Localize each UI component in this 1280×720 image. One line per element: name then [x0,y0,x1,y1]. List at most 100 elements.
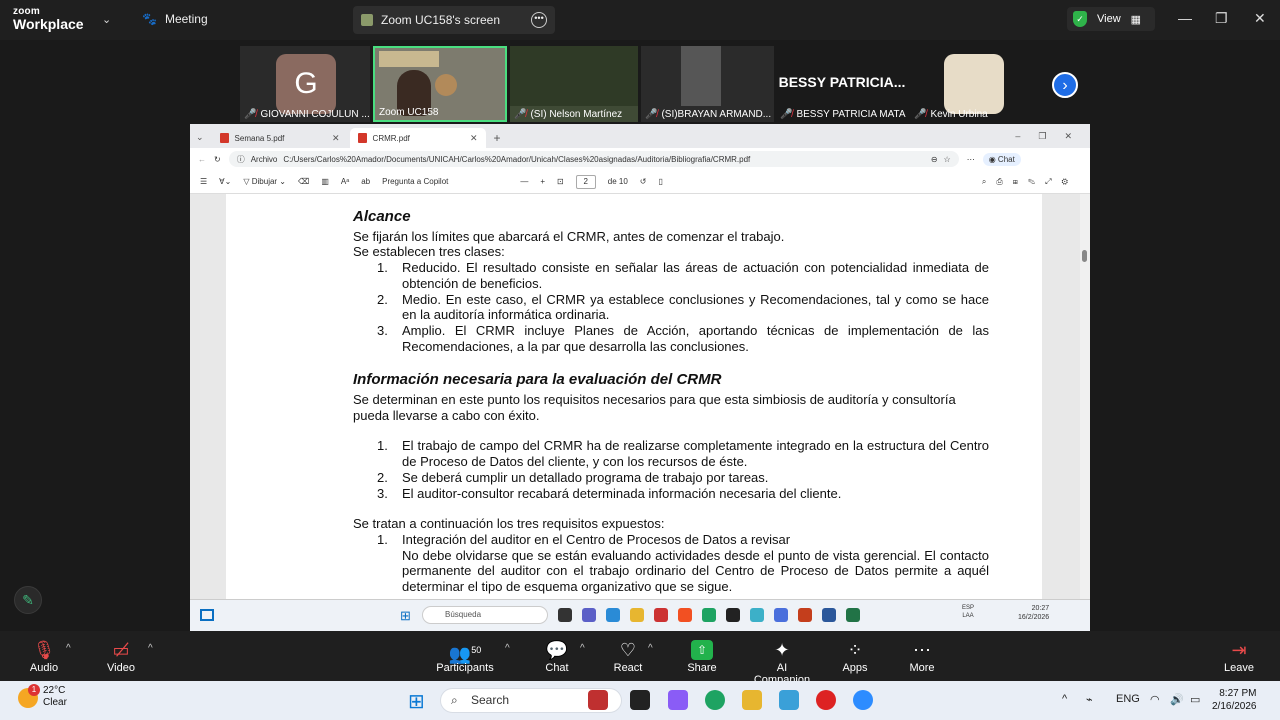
taskview-icon[interactable] [558,608,572,622]
app-icon[interactable] [654,608,668,622]
close-tab-icon[interactable]: ✕ [332,133,340,144]
participant-tile[interactable]: 🎤̸ (SI) Nelson Martínez [510,46,638,122]
eraser-icon[interactable]: ⌫ [298,177,309,186]
draw-button[interactable]: ▽ Dibujar ⌄ [243,177,286,186]
chevron-down-icon[interactable]: ⌄ [102,13,111,26]
contents-icon[interactable]: ☰ [200,177,207,186]
scroll-thumb[interactable] [1082,250,1087,262]
apps-button[interactable]: ⁘ Apps [838,638,872,674]
video-button[interactable]: ▭̸ Video [103,638,139,674]
ai-companion-button[interactable]: ✦ AI Companion [748,638,816,686]
shared-clock[interactable]: 20:27 16/2/2026 [1018,604,1049,622]
start-icon[interactable]: ⊞ [400,608,411,624]
meeting-menu[interactable]: 🐾 Meeting [142,12,208,26]
windows-start-icon[interactable]: ⊞ [408,689,425,714]
battery-icon[interactable]: ▭ [1190,693,1200,706]
file-explorer-icon[interactable] [742,690,762,710]
pdf-right-tools[interactable]: ⌕⎙⊞✎⤢⚙ [982,177,1078,187]
copilot-chat-button[interactable]: ◉ Chat [982,152,1021,166]
view-group[interactable]: ✓ View ▦ [1067,7,1155,31]
chrome-icon[interactable] [705,690,725,710]
chat-button[interactable]: 💬 Chat [540,638,574,674]
office-icon[interactable] [678,608,692,622]
share-button[interactable]: ⇧ Share [684,638,720,674]
volume-icon[interactable]: 🔊 [1170,693,1184,706]
participant-name: GIOVANNI COJULUN ... [260,109,370,120]
new-tab-icon[interactable]: + [494,131,501,145]
close-tab-icon[interactable]: ✕ [470,133,478,144]
zoom-taskbar-icon[interactable] [853,690,873,710]
chat-options-icon[interactable]: ^ [580,643,585,654]
flag-widget-icon[interactable] [588,690,608,710]
more-options-icon[interactable]: ••• [531,12,547,28]
powerpoint-icon[interactable] [798,608,812,622]
minimize-icon[interactable]: — [1178,10,1192,26]
react-button[interactable]: ♡ React [610,638,646,674]
shared-lang[interactable]: ESP LAA [962,604,974,620]
video-options-icon[interactable]: ^ [148,643,153,654]
view-icon[interactable]: ▥ [321,177,329,186]
pdf-scrollbar[interactable] [1080,194,1090,599]
network-tray-icon[interactable]: ⌁ [1086,693,1093,706]
tab-crmr[interactable]: CRMR.pdf ✕ [349,128,486,148]
close-icon[interactable]: ✕ [1254,10,1266,27]
participants-options-icon[interactable]: ^ [505,643,510,654]
notepad-icon[interactable] [779,690,799,710]
leave-button[interactable]: ⇥ Leave [1222,638,1256,674]
shared-search[interactable]: Búsqueda [422,606,548,624]
chrome-icon[interactable] [702,608,716,622]
page-number-input[interactable]: 2 [575,174,596,189]
zoom-out-icon[interactable]: — [520,177,528,186]
excel-icon[interactable] [846,608,860,622]
tab-semana5[interactable]: Semana 5.pdf ✕ [212,128,348,148]
record-icon[interactable] [816,690,836,710]
participant-tile[interactable]: G 🎤̸ GIOVANNI COJULUN ... [240,46,370,122]
copilot-icon[interactable] [668,690,688,710]
language-indicator[interactable]: ENG [1116,693,1140,705]
fit-icon[interactable]: ⊡ [557,177,564,186]
translate-icon[interactable]: ab [361,177,370,186]
audio-button[interactable]: 🎙 Audio [26,638,62,674]
terminal-icon[interactable] [726,608,740,622]
highlight-icon[interactable]: ∀⌄ [219,177,231,186]
participant-tile[interactable]: 🎤̸ (SI)BRAYAN ARMAND... [641,46,774,122]
browser-window-controls[interactable]: –❐✕ [1015,131,1090,142]
folder-icon[interactable] [630,608,644,622]
security-shield-icon[interactable]: ✓ [1073,11,1087,27]
annotate-pencil-icon[interactable]: ✎ [14,586,42,614]
participant-tile-active-speaker[interactable]: Zoom UC158 [373,46,507,122]
react-options-icon[interactable]: ^ [648,643,653,654]
restore-icon[interactable]: ❐ [1215,10,1228,27]
zoom-app-icon[interactable] [774,608,788,622]
edge-icon[interactable] [606,608,620,622]
participant-tile[interactable]: 🎤̸ Kevin Urbina [910,46,1044,122]
audio-options-icon[interactable]: ^ [66,643,71,654]
favorite-star-icon[interactable]: ☆ [944,155,951,164]
address-bar[interactable]: ⓘ Archivo C:/Users/Carlos%20Amador/Docum… [228,151,959,167]
word-icon[interactable] [822,608,836,622]
back-icon[interactable]: ← [198,155,206,164]
ask-copilot-button[interactable]: Pregunta a Copilot [382,177,448,186]
tab-list-icon[interactable]: ⌄ [196,132,204,143]
refresh-icon[interactable]: ↻ [214,155,221,164]
extensions-icon[interactable]: ⋯ [967,155,975,164]
tray-chevron-icon[interactable]: ^ [1062,693,1067,705]
wifi-icon[interactable]: ◠ [1150,693,1160,706]
view-button[interactable]: View [1097,13,1121,25]
zoom-icon[interactable]: ⊖ [931,155,938,164]
screen-share-pill[interactable]: Zoom UC158's screen ••• [353,6,555,34]
next-page-icon[interactable]: › [1052,72,1078,98]
taskview-icon[interactable] [630,690,650,710]
teams-icon[interactable] [582,608,596,622]
text-size-icon[interactable]: Aᵃ [341,177,349,186]
zoom-in-icon[interactable]: + [540,177,545,186]
participant-tile[interactable]: BESSY PATRICIA... 🎤̸ BESSY PATRICIA MATA … [776,46,908,122]
page-view-icon[interactable]: ▯ [658,177,662,186]
copilot-icon[interactable] [750,608,764,622]
weather-widget[interactable]: 22°C Clear [43,685,67,709]
widgets-icon[interactable] [200,609,214,621]
more-button[interactable]: ⋯ More [904,638,940,674]
rotate-icon[interactable]: ↺ [640,177,647,186]
participants-button[interactable]: 👥50 Participants [434,638,496,674]
taskbar-clock[interactable]: 8:27 PM 2/16/2026 [1212,687,1257,713]
